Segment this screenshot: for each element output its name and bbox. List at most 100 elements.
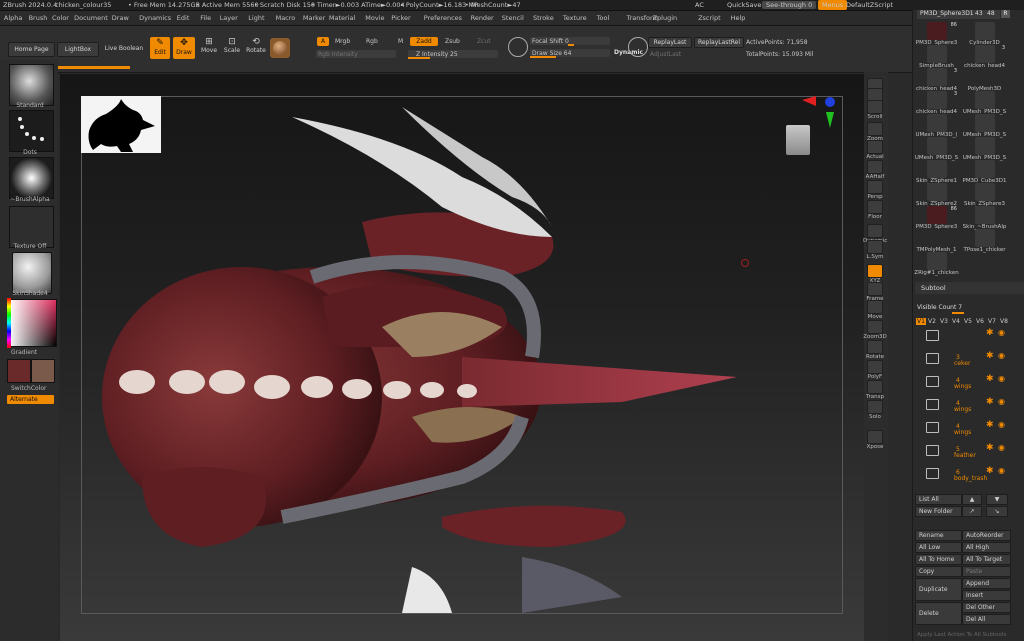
adjustlast-slider[interactable]: AdjustLast: [650, 51, 681, 58]
replaylast-button[interactable]: ReplayLast: [648, 37, 692, 48]
tool-item[interactable]: Cylinder3D: [962, 22, 1007, 46]
arrow-down-right-icon[interactable]: ↘: [986, 506, 1008, 517]
main-color-swatch[interactable]: [7, 359, 31, 383]
eye-icon[interactable]: ◉: [998, 443, 1005, 452]
subtool-row[interactable]: 6 body_trash ✱ ◉: [920, 466, 1008, 483]
visible-count[interactable]: Visible Count 7: [917, 304, 962, 311]
ac-label[interactable]: AC: [695, 1, 704, 9]
menu-item-layer[interactable]: Layer: [220, 14, 238, 22]
menu-item-marker[interactable]: Marker: [303, 14, 325, 22]
home-page-button[interactable]: Home Page: [8, 42, 55, 57]
gear-icon[interactable]: ✱: [986, 443, 994, 453]
subtool-row[interactable]: ✱ ◉: [920, 328, 1008, 345]
subtool-row[interactable]: 5 feather ✱ ◉: [920, 443, 1008, 460]
mrgb-button[interactable]: Mrgb: [335, 38, 350, 45]
live-boolean-button[interactable]: Live Boolean: [101, 42, 147, 55]
shelf-solo-button[interactable]: Solo: [863, 400, 887, 420]
brush-alpha-button[interactable]: [9, 157, 54, 199]
del-other-button[interactable]: Del Other: [962, 602, 1011, 613]
subtool-tab-v7[interactable]: V7: [988, 318, 996, 325]
lightbox-button[interactable]: LightBox: [57, 42, 99, 57]
draw-button[interactable]: ✥ Draw: [173, 37, 195, 59]
color-picker[interactable]: [7, 298, 57, 348]
tool-item[interactable]: Skin_ZSphere1: [914, 160, 959, 184]
tool-item[interactable]: PM3D_Sphere3 86: [914, 206, 959, 230]
shelf-frame-button[interactable]: Frame: [863, 282, 887, 302]
shelf-xyz-button[interactable]: XYZ: [863, 264, 887, 284]
all-to-home-button[interactable]: All To Home: [915, 554, 962, 565]
tool-item[interactable]: PolyMesh3D: [962, 68, 1007, 92]
folder-icon[interactable]: [926, 445, 939, 456]
shelf-xpose-button[interactable]: Xpose: [863, 430, 887, 450]
alternate-button[interactable]: Alternate: [7, 395, 54, 404]
shelf-zoom3d-button[interactable]: Zoom3D: [863, 320, 887, 340]
shelf-floor-button[interactable]: Floor: [863, 200, 887, 220]
menu-item-render[interactable]: Render: [471, 14, 494, 22]
menu-item-material[interactable]: Material: [329, 14, 355, 22]
subtool-tab-v8[interactable]: V8: [1000, 318, 1008, 325]
tool-item[interactable]: UMesh_PM3D_S: [914, 137, 959, 161]
menu-item-file[interactable]: File: [200, 14, 211, 22]
folder-icon[interactable]: [926, 353, 939, 364]
subtool-tab-v2[interactable]: V2: [928, 318, 936, 325]
menu-item-brush[interactable]: Brush: [29, 14, 48, 22]
eye-icon[interactable]: ◉: [998, 397, 1005, 406]
secondary-color-swatch[interactable]: [31, 359, 55, 383]
dots-stroke-button[interactable]: [9, 110, 54, 152]
delete-button[interactable]: Delete: [915, 602, 962, 625]
rgb-intensity-slider[interactable]: Rgb Intensity: [316, 50, 396, 58]
eye-icon[interactable]: ◉: [998, 351, 1005, 360]
menu-item-alpha[interactable]: Alpha: [4, 14, 22, 22]
menu-item-macro[interactable]: Macro: [276, 14, 296, 22]
subtool-tab-v1[interactable]: V1: [916, 318, 926, 325]
folder-icon[interactable]: [926, 422, 939, 433]
shelf-transp-button[interactable]: Transp: [863, 380, 887, 400]
tool-item[interactable]: Skin_ZSphere2: [914, 183, 959, 207]
shelf-zoom-button[interactable]: Zoom: [863, 122, 887, 142]
menu-item-stroke[interactable]: Stroke: [533, 14, 554, 22]
copy-button[interactable]: Copy: [915, 566, 962, 577]
eye-icon[interactable]: ◉: [998, 328, 1005, 337]
tool-item[interactable]: UMesh_PM3D_S: [962, 137, 1007, 161]
eye-icon[interactable]: ◉: [998, 466, 1005, 475]
m-button[interactable]: M: [398, 38, 403, 45]
tool-item[interactable]: SimpleBrush: [914, 45, 959, 69]
shelf-aahalf-button[interactable]: AAHalf: [863, 160, 887, 180]
arrow-down-icon[interactable]: ▼: [986, 494, 1008, 505]
a-button[interactable]: A: [317, 37, 329, 46]
default-zscript[interactable]: DefaultZScript: [846, 1, 893, 9]
subtool-tab-v4[interactable]: V4: [952, 318, 960, 325]
edit-button[interactable]: ✎ Edit: [150, 37, 170, 59]
list-all-button[interactable]: List All: [915, 494, 962, 505]
paste-button[interactable]: Paste: [962, 566, 1011, 577]
folder-icon[interactable]: [926, 330, 939, 341]
gear-icon[interactable]: ✱: [986, 351, 994, 361]
menu-item-edit[interactable]: Edit: [177, 14, 190, 22]
subtool-row[interactable]: 4 wings ✱ ◉: [920, 374, 1008, 391]
zsub-button[interactable]: Zsub: [445, 38, 460, 45]
tool-item[interactable]: Skin_ZSphere3: [962, 183, 1007, 207]
menu-item-light[interactable]: Light: [248, 14, 264, 22]
material-button[interactable]: [12, 252, 52, 294]
tool-item[interactable]: UMesh_PM3D_S: [962, 114, 1007, 138]
close-icon[interactable]: R: [1001, 10, 1010, 18]
see-through-slider[interactable]: See-through 0: [762, 1, 817, 9]
folder-icon[interactable]: [926, 399, 939, 410]
new-folder-button[interactable]: New Folder: [915, 506, 962, 517]
shelf-scroll-button[interactable]: Scroll: [863, 100, 887, 120]
quicksave-button[interactable]: QuickSave: [727, 1, 761, 9]
gear-icon[interactable]: ✱: [986, 397, 994, 407]
menu-item-texture[interactable]: Texture: [563, 14, 587, 22]
zcut-button[interactable]: Zcut: [477, 38, 491, 45]
insert-button[interactable]: Insert: [962, 590, 1011, 601]
folder-icon[interactable]: [926, 468, 939, 479]
menus-button[interactable]: Menus: [818, 0, 848, 10]
menu-item-color[interactable]: Color: [52, 14, 69, 22]
move-button[interactable]: ⊞ Move: [199, 37, 219, 54]
subtool-tab-v3[interactable]: V3: [940, 318, 948, 325]
menu-item-dynamics[interactable]: Dynamics: [139, 14, 171, 22]
gear-icon[interactable]: ✱: [986, 466, 994, 476]
gear-icon[interactable]: ✱: [986, 374, 994, 384]
tool-item[interactable]: Skin_~BrushAlp: [962, 206, 1007, 230]
menu-item-picker[interactable]: Picker: [391, 14, 410, 22]
